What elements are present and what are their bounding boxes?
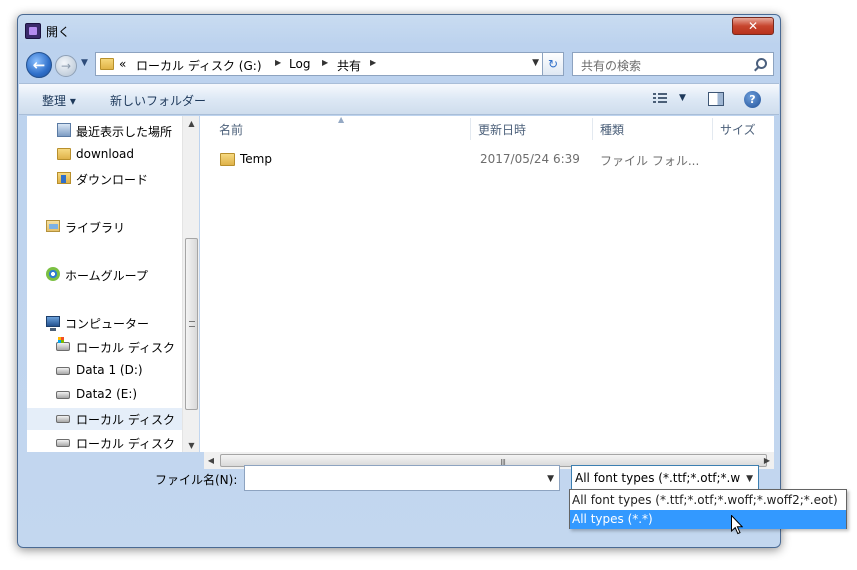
- scroll-left-arrow-icon[interactable]: ◀: [204, 456, 218, 465]
- sidebar-item-label: Data 1 (D:): [76, 363, 143, 377]
- file-date: 2017/05/24 6:39: [480, 152, 580, 166]
- address-overflow[interactable]: «: [119, 57, 126, 71]
- sidebar-item-homegroup[interactable]: ホームグループ: [46, 264, 182, 286]
- search-icon[interactable]: [756, 58, 767, 69]
- chevron-right-icon[interactable]: ▶: [322, 58, 328, 67]
- sidebar-item-label: ローカル ディスク: [76, 437, 175, 451]
- computer-icon: [46, 316, 60, 331]
- drive-icon: [56, 415, 70, 423]
- views-icon[interactable]: [653, 93, 667, 105]
- address-segment-drive[interactable]: ローカル ディスク (G:): [136, 57, 262, 74]
- filetype-dropdown-list[interactable]: All font types (*.ttf;*.otf;*.woff;*.wof…: [569, 489, 847, 529]
- command-bar: 整理 ▾ 新しいフォルダー ▼ ?: [19, 83, 779, 115]
- search-box[interactable]: 共有の検索: [572, 52, 774, 76]
- chevron-right-icon[interactable]: ▶: [275, 58, 281, 67]
- filetype-option-all[interactable]: All types (*.*): [570, 510, 846, 529]
- scroll-down-arrow-icon[interactable]: ▼: [183, 441, 200, 450]
- sidebar-item-drive-d[interactable]: Data 1 (D:): [56, 360, 182, 382]
- search-input[interactable]: 共有の検索: [581, 57, 641, 74]
- window-title: 開く: [46, 25, 71, 39]
- open-file-dialog: 開く ✕ ← → ▼ « ローカル ディスク (G:) ▶ Log ▶ 共有 ▶…: [17, 14, 781, 548]
- sidebar-item-label: 最近表示した場所: [76, 125, 173, 139]
- title-bar: 開く ✕: [18, 15, 780, 47]
- library-icon: [46, 220, 60, 232]
- scroll-right-arrow-icon[interactable]: ▶: [760, 456, 774, 465]
- sidebar-item-label: コンピューター: [65, 317, 150, 331]
- recent-places-icon: [57, 123, 71, 137]
- drive-icon: [56, 391, 70, 399]
- chevron-down-icon[interactable]: ▼: [746, 474, 753, 484]
- address-segment-log[interactable]: Log: [289, 57, 310, 71]
- file-name[interactable]: Temp: [240, 152, 272, 166]
- filename-field[interactable]: ▼: [244, 465, 560, 491]
- sidebar-item-label: download: [76, 147, 135, 161]
- homegroup-icon: [46, 267, 60, 281]
- sidebar-item-computer[interactable]: コンピューター: [46, 312, 182, 334]
- sidebar-item-label: ホームグループ: [65, 269, 148, 283]
- column-header-name[interactable]: 名前: [219, 121, 243, 138]
- refresh-button[interactable]: ↻: [542, 52, 564, 76]
- downloads-folder-icon: [57, 172, 71, 184]
- filetype-selected[interactable]: All font types (*.ttf;*.otf;*.w: [575, 471, 740, 485]
- chevron-down-icon[interactable]: ▼: [547, 474, 554, 484]
- recent-pages-dropdown[interactable]: ▼: [81, 58, 88, 68]
- address-bar[interactable]: « ローカル ディスク (G:) ▶ Log ▶ 共有 ▶ ▼: [95, 52, 544, 76]
- scrollbar-thumb[interactable]: [185, 238, 198, 410]
- sidebar-item-drive-other[interactable]: ローカル ディスク: [56, 432, 182, 452]
- help-icon[interactable]: ?: [744, 91, 761, 108]
- chevron-right-icon[interactable]: ▶: [370, 58, 376, 67]
- file-list[interactable]: ▲ 名前 更新日時 種類 サイズ Temp 2017/05/24 6:39 ファ…: [200, 115, 774, 452]
- drive-icon: [56, 439, 70, 447]
- column-divider[interactable]: [470, 118, 471, 140]
- app-icon: [25, 23, 41, 39]
- navigation-pane[interactable]: 最近表示した場所 download ダウンロード ライブラリ ホームグループ コ…: [27, 116, 182, 452]
- sidebar-item-download[interactable]: download: [57, 144, 182, 166]
- folder-icon: [57, 148, 71, 160]
- sidebar-item-label: ダウンロード: [76, 173, 149, 187]
- navigation-scrollbar[interactable]: ▲ ▼: [182, 116, 199, 452]
- close-button[interactable]: ✕: [732, 17, 774, 35]
- forward-button[interactable]: →: [55, 55, 77, 77]
- column-divider[interactable]: [592, 118, 593, 140]
- mouse-cursor-icon: [731, 515, 743, 535]
- address-segment-shared[interactable]: 共有: [337, 57, 361, 74]
- sidebar-item-label: ライブラリ: [65, 221, 126, 235]
- sidebar-item-downloads[interactable]: ダウンロード: [57, 168, 182, 190]
- sidebar-item-system-drive[interactable]: ローカル ディスク: [56, 336, 182, 358]
- organize-button[interactable]: 整理 ▾: [42, 92, 76, 109]
- sidebar-item-drive-g[interactable]: ローカル ディスク: [27, 408, 182, 430]
- chevron-down-icon[interactable]: ▼: [679, 93, 686, 103]
- sidebar-item-recent[interactable]: 最近表示した場所: [57, 120, 182, 142]
- column-header-size[interactable]: サイズ: [720, 121, 756, 138]
- sidebar-item-label: ローカル ディスク: [76, 341, 175, 355]
- filetype-option-fonts[interactable]: All font types (*.ttf;*.otf;*.woff;*.wof…: [570, 491, 846, 510]
- column-header-type[interactable]: 種類: [600, 121, 624, 138]
- grip-icon: [189, 321, 195, 327]
- sort-ascending-icon: ▲: [338, 115, 345, 124]
- filename-label: ファイル名(N):: [155, 473, 238, 487]
- folder-icon: [100, 58, 114, 70]
- back-button[interactable]: ←: [26, 52, 52, 78]
- filetype-select[interactable]: All font types (*.ttf;*.otf;*.w ▼: [571, 465, 759, 491]
- sidebar-item-label: Data2 (E:): [76, 387, 138, 401]
- column-divider[interactable]: [712, 118, 713, 140]
- system-drive-icon: [56, 337, 70, 351]
- scroll-up-arrow-icon[interactable]: ▲: [183, 119, 200, 128]
- new-folder-button[interactable]: 新しいフォルダー: [110, 92, 206, 109]
- sidebar-item-libraries[interactable]: ライブラリ: [46, 216, 182, 238]
- drive-icon: [56, 367, 70, 375]
- sidebar-item-label: ローカル ディスク: [76, 413, 175, 427]
- chevron-down-icon[interactable]: ▼: [532, 58, 539, 68]
- preview-pane-icon[interactable]: [708, 92, 724, 106]
- column-header-date[interactable]: 更新日時: [478, 121, 526, 138]
- folder-icon: [220, 153, 235, 166]
- sidebar-item-drive-e[interactable]: Data2 (E:): [56, 384, 182, 406]
- file-type: ファイル フォル...: [600, 154, 700, 168]
